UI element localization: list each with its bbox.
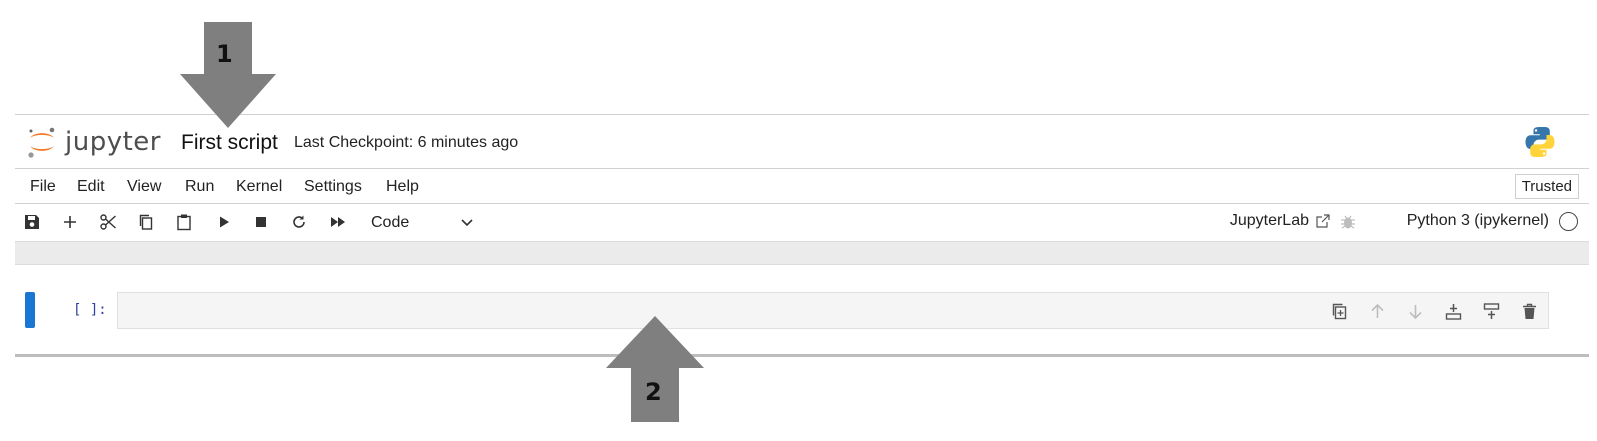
- notebook-bottom-border: [15, 354, 1589, 357]
- notebook-frame: jupyter First script Last Checkpoint: 6 …: [15, 114, 1589, 358]
- restart-button[interactable]: [288, 211, 310, 233]
- open-jupyterlab-link[interactable]: JupyterLab: [1230, 212, 1331, 230]
- copy-button[interactable]: [135, 211, 157, 233]
- paste-button[interactable]: [173, 211, 195, 233]
- toolbar-separator-band: [15, 241, 1589, 265]
- trusted-indicator[interactable]: Trusted: [1514, 174, 1579, 199]
- code-cell-editor[interactable]: [117, 292, 1549, 329]
- restart-icon: [293, 215, 305, 228]
- jupyter-logo-text: jupyter: [65, 127, 161, 157]
- jupyterlab-label: JupyterLab: [1229, 212, 1309, 229]
- cell-toolbar: [1328, 300, 1540, 322]
- python-logo-icon: [1525, 127, 1555, 157]
- cut-button[interactable]: [97, 211, 119, 233]
- copy-icon: [139, 214, 153, 230]
- add-cell-icon: [64, 216, 76, 228]
- run-all-button[interactable]: [327, 211, 349, 233]
- duplicate-icon: [1332, 303, 1346, 319]
- duplicate-cell-button[interactable]: [1328, 300, 1350, 322]
- kernel-status-icon: [1559, 212, 1578, 231]
- move-up-icon: [1370, 303, 1384, 318]
- save-button[interactable]: [21, 211, 43, 233]
- annotation-arrow-down: [180, 22, 276, 128]
- run-all-icon: [331, 217, 345, 227]
- move-cell-down-button[interactable]: [1404, 300, 1426, 322]
- cut-icon: [100, 214, 116, 230]
- move-down-icon: [1408, 304, 1422, 319]
- move-cell-up-button[interactable]: [1366, 300, 1388, 322]
- run-button[interactable]: [213, 211, 235, 233]
- cell-prompt: [ ]:: [73, 302, 107, 318]
- menu-settings[interactable]: Settings: [304, 178, 362, 196]
- insert-above-icon: [1445, 303, 1461, 320]
- menubar: File Edit View Run Kernel Settings Help …: [15, 169, 1589, 204]
- insert-cell-above-button[interactable]: [1442, 300, 1464, 322]
- chevron-down-icon: [461, 219, 473, 227]
- menu-run[interactable]: Run: [185, 178, 214, 196]
- insert-cell-below-button[interactable]: [1480, 300, 1502, 322]
- external-link-icon: [1316, 214, 1330, 228]
- delete-cell-button[interactable]: [1518, 300, 1540, 322]
- kernel-name[interactable]: Python 3 (ipykernel): [1407, 212, 1549, 230]
- notebook-toolbar: Code JupyterLab Python 3 (ipykernel): [15, 204, 1589, 240]
- last-checkpoint: Last Checkpoint: 6 minutes ago: [294, 134, 519, 151]
- paste-icon: [177, 214, 191, 231]
- jupyter-logo[interactable]: jupyter: [25, 125, 195, 159]
- cell-type-select[interactable]: Code: [365, 210, 475, 235]
- insert-below-icon: [1483, 302, 1499, 319]
- menu-help[interactable]: Help: [386, 178, 419, 196]
- menu-edit[interactable]: Edit: [77, 178, 105, 196]
- save-icon: [25, 215, 39, 229]
- menu-file[interactable]: File: [30, 178, 56, 196]
- annotation-label-1: 1: [216, 40, 233, 68]
- cell-collapser[interactable]: [25, 292, 35, 328]
- delete-icon: [1522, 303, 1536, 319]
- stop-icon: [256, 217, 266, 227]
- annotation-arrow-up: [606, 316, 704, 422]
- stop-button[interactable]: [250, 211, 272, 233]
- add-cell-button[interactable]: [59, 211, 81, 233]
- menu-kernel[interactable]: Kernel: [236, 178, 282, 196]
- notebook-title[interactable]: First script: [181, 131, 278, 155]
- jupyter-logo-icon: [28, 127, 55, 158]
- annotation-label-2: 2: [645, 378, 662, 406]
- run-icon: [220, 216, 229, 228]
- debugger-icon[interactable]: [1339, 213, 1357, 231]
- cell-type-value: Code: [371, 213, 410, 231]
- menu-view[interactable]: View: [127, 178, 161, 196]
